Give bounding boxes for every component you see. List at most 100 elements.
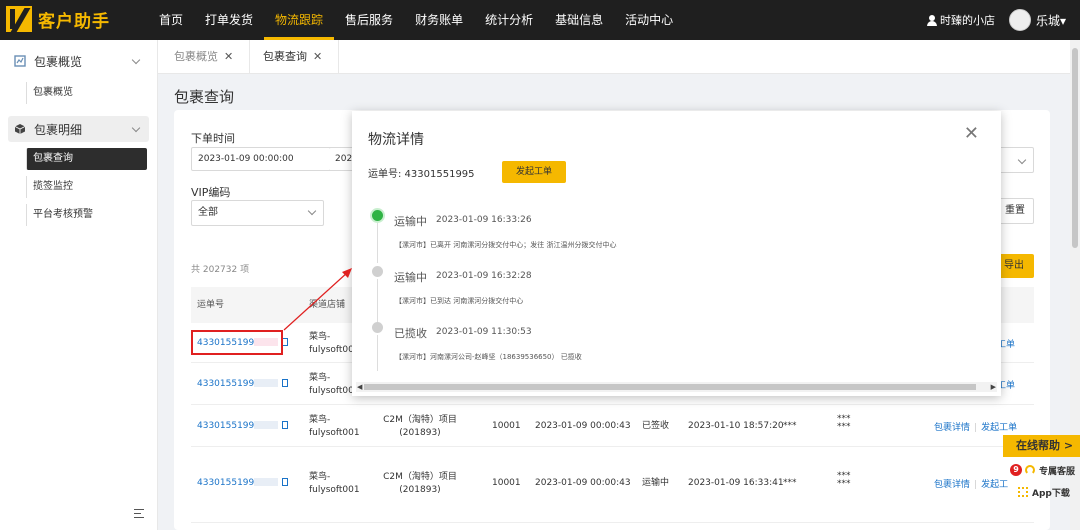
shop-cell: 菜鸟-fulysoft001 xyxy=(309,472,360,495)
waybill-link[interactable]: 4330155199 xyxy=(197,420,289,433)
table-row: 4330155199 菜鸟-fulysoft001 C2M（淘特）项目 (2018… xyxy=(191,405,1034,447)
project-id: (201893) xyxy=(399,485,441,495)
tab-package-overview[interactable]: 包裹概览 ✕ xyxy=(158,40,251,74)
app-grid-icon xyxy=(1018,487,1028,497)
package-detail-link[interactable]: 包裹详情 xyxy=(934,423,970,433)
topnav-finance[interactable]: 财务账单 xyxy=(404,0,474,40)
copy-icon[interactable] xyxy=(282,478,289,486)
sidebar-item-package-query[interactable]: 包裹查询 xyxy=(26,148,147,170)
dedicated-support-link[interactable]: 9 专属客服 xyxy=(1010,462,1075,478)
vip-code-label: VIP编码 xyxy=(191,186,231,199)
app-logo[interactable]: 客户助手 xyxy=(6,6,110,32)
avatar[interactable] xyxy=(1008,9,1031,31)
close-icon[interactable]: ✕ xyxy=(224,50,233,63)
vip-code-value: 全部 xyxy=(198,207,218,218)
timeline-dot xyxy=(372,322,383,333)
user-menu[interactable]: 乐城▾ xyxy=(1036,12,1066,29)
shop-cell: 菜鸟-fulysoft001 xyxy=(309,415,360,438)
code-cell: 10001 xyxy=(492,421,521,431)
close-icon[interactable]: ✕ xyxy=(964,125,979,143)
ticket-link[interactable]: 发起工 xyxy=(981,480,1008,490)
sidebar-item-overview[interactable]: 包裹概览 xyxy=(26,82,147,104)
waybill-link[interactable]: 4330155199 xyxy=(197,378,289,391)
sidebar-group-label: 包裹明细 xyxy=(34,122,83,137)
topnav-home[interactable]: 首页 xyxy=(148,0,194,40)
row-actions: 包裹详情 | 发起工 xyxy=(934,480,1009,490)
shop-switcher[interactable]: 时臻的小店 xyxy=(926,12,995,28)
topnav-after-sales[interactable]: 售后服务 xyxy=(334,0,404,40)
collapse-menu-icon[interactable] xyxy=(134,509,144,518)
app-download-link[interactable]: App下载 xyxy=(1018,484,1070,500)
timeline-line xyxy=(377,335,378,371)
timeline-status: 已揽收 xyxy=(394,327,427,340)
project-cell: C2M（淘特）项目 (201893) xyxy=(380,471,460,497)
package-detail-link[interactable]: 包裹详情 xyxy=(934,480,970,490)
tab-label: 包裹概览 xyxy=(174,50,218,63)
timeline-status: 运输中 xyxy=(394,215,427,228)
vip-code-select[interactable]: 全部 xyxy=(191,200,324,226)
create-ticket-button[interactable]: 发起工单 xyxy=(502,161,566,183)
scrollbar-thumb[interactable] xyxy=(1072,48,1078,248)
project-cell: C2M（淘特）项目 (201893) xyxy=(380,414,460,440)
sidebar-item-platform-warning[interactable]: 平台考核预警 xyxy=(26,204,147,226)
sidebar-item-pickup-monitor[interactable]: 揽签监控 xyxy=(26,176,147,198)
sidebar-group-details[interactable]: 包裹明细 xyxy=(8,116,149,142)
scrollbar-thumb[interactable] xyxy=(364,384,976,390)
topnav-statistics[interactable]: 统计分析 xyxy=(474,0,544,40)
waybill-number: 4330155199 xyxy=(197,379,255,389)
copy-icon[interactable] xyxy=(282,338,289,346)
horizontal-scrollbar[interactable]: ◀ ▶ xyxy=(356,382,997,392)
project-id: (201893) xyxy=(399,428,441,438)
timeline-line xyxy=(377,279,378,325)
copy-icon[interactable] xyxy=(282,421,289,429)
person-icon xyxy=(926,14,937,26)
order-time-label: 下单时间 xyxy=(191,132,235,145)
ticket-link[interactable]: 发起工单 xyxy=(981,423,1017,433)
waybill-link[interactable]: 4330155199 xyxy=(197,477,289,490)
timeline-detail: 【漯河市】已到达 河南漯河分拨交付中心 xyxy=(395,297,524,305)
shop-cell: 菜鸟-fulysoft001 xyxy=(309,373,360,396)
masked-cell: *** *** xyxy=(837,472,851,489)
chevron-down-icon xyxy=(131,123,141,133)
modal-waybill: 运单号: 43301551995 xyxy=(368,169,475,180)
topnav-print-ship[interactable]: 打单发货 xyxy=(194,0,264,40)
topnav-logistics[interactable]: 物流跟踪 xyxy=(264,0,335,40)
timeline-time: 2023-01-09 16:32:28 xyxy=(436,271,532,281)
timeline-detail: 【漯河市】已离开 河南漯河分拨交付中心；发往 浙江温州分拨交付中心 xyxy=(395,241,617,249)
masked-cell: *** *** xyxy=(837,415,851,432)
waybill-number: 4330155199 xyxy=(197,421,255,431)
update-time-cell: 2023-01-10 18:57:20 xyxy=(688,421,784,431)
row-actions: 包裹详情 | 发起工单 xyxy=(934,423,1018,433)
headset-icon xyxy=(1025,465,1035,475)
online-help-button[interactable]: 在线帮助 > xyxy=(1003,435,1080,457)
timeline-time: 2023-01-09 16:33:26 xyxy=(436,215,532,225)
scroll-right-icon[interactable]: ▶ xyxy=(991,383,996,391)
chevron-down-icon xyxy=(1017,155,1027,165)
masked-value: *** xyxy=(837,479,851,489)
scroll-left-icon[interactable]: ◀ xyxy=(357,383,362,391)
tab-package-query[interactable]: 包裹查询 ✕ xyxy=(247,40,340,74)
support-label: 专属客服 xyxy=(1039,466,1076,477)
topnav-basic-info[interactable]: 基础信息 xyxy=(544,0,614,40)
close-icon[interactable]: ✕ xyxy=(313,50,322,63)
column-shop: 渠道店铺 xyxy=(309,300,346,310)
code-cell: 10001 xyxy=(492,478,521,488)
order-time-cell: 2023-01-09 00:00:43 xyxy=(535,478,631,488)
table-row: 4330155199 菜鸟-fulysoft001 C2M（淘特）项目 (2018… xyxy=(191,447,1034,523)
tab-label: 包裹查询 xyxy=(263,50,307,63)
update-time-cell: 2023-01-09 16:33:41 xyxy=(688,478,784,488)
modal-title: 物流详情 xyxy=(368,132,424,148)
timeline-dot xyxy=(372,266,383,277)
topnav-activity[interactable]: 活动中心 xyxy=(614,0,684,40)
masked-digits xyxy=(254,379,279,387)
sidebar: 包裹概览 包裹概览 包裹明细 包裹查询 揽签监控 平台考核预警 xyxy=(0,40,158,530)
masked-digits xyxy=(254,421,279,429)
copy-icon[interactable] xyxy=(282,379,289,387)
timeline-time: 2023-01-09 11:30:53 xyxy=(436,327,532,337)
timeline-line xyxy=(377,223,378,263)
sidebar-group-overview[interactable]: 包裹概览 xyxy=(8,48,149,74)
timeline-detail: 【漯河市】河南漯河公司-赵峰坚（18639536650） 已揽收 xyxy=(395,353,582,361)
logo-k-icon xyxy=(6,6,32,32)
user-area: 时臻的小店 乐城▾ xyxy=(926,0,1066,40)
project-name: C2M（淘特）项目 xyxy=(383,472,457,482)
